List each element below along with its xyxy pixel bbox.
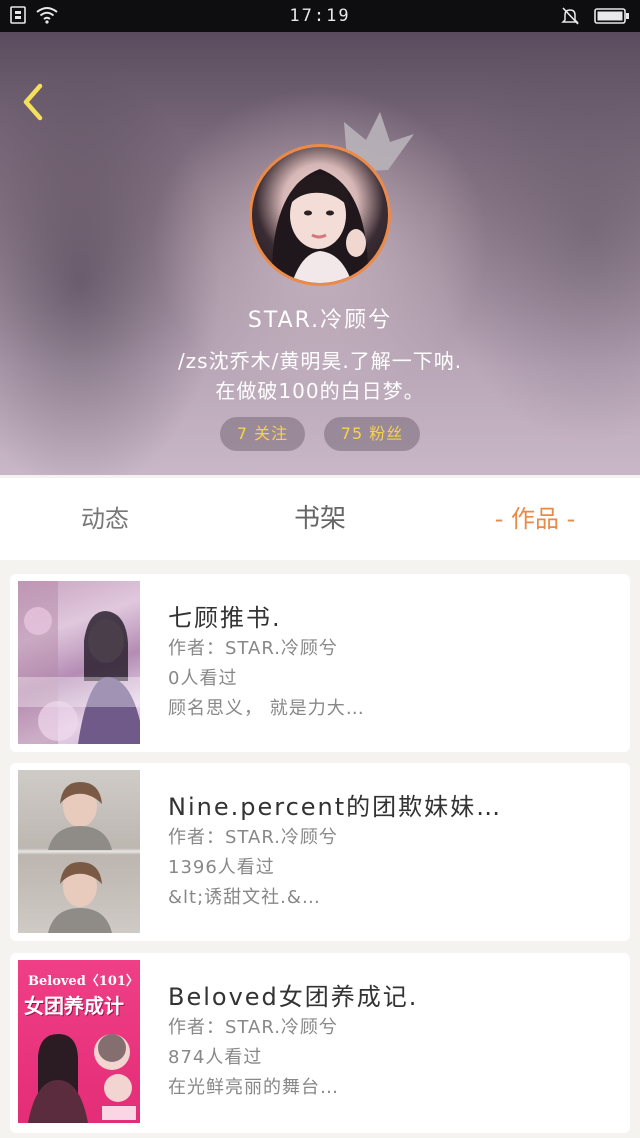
- work-cover: [18, 770, 140, 933]
- tab-bookshelf[interactable]: 书架: [270, 478, 370, 560]
- avatar-wrap: [249, 144, 391, 286]
- following-count-button[interactable]: 7 关注: [220, 417, 305, 451]
- avatar[interactable]: [249, 144, 391, 286]
- chevron-left-icon: [23, 83, 43, 121]
- cover-top-text: Beloved〈101〉: [28, 974, 139, 989]
- profile-tabs: 动态 书架 - 作品 -: [0, 478, 640, 560]
- work-author: 作者：STAR.冷顾兮: [168, 1017, 338, 1038]
- back-button[interactable]: [16, 78, 52, 126]
- work-author: 作者：STAR.冷顾兮: [168, 827, 338, 848]
- work-read-count: 874人看过: [168, 1047, 263, 1068]
- work-cover: [18, 581, 140, 744]
- status-time: 17:19: [289, 6, 351, 26]
- work-cover: Beloved〈101〉 女团养成计: [18, 960, 140, 1123]
- status-bar: 17:19: [0, 0, 640, 32]
- profile-header: STAR.冷顾兮 /zs沈乔木/黄明昊.了解一下呐. 在做破100的白日梦。 7…: [0, 32, 640, 475]
- work-read-count: 1396人看过: [168, 857, 275, 878]
- work-read-count: 0人看过: [168, 668, 238, 689]
- work-title: Beloved女团养成记.: [168, 983, 419, 1011]
- work-card[interactable]: Beloved〈101〉 女团养成计 Beloved女团养成记. 作者：STAR…: [10, 953, 630, 1133]
- tab-dynamics[interactable]: 动态: [60, 478, 150, 560]
- cover-art: [18, 581, 140, 744]
- avatar-portrait: [271, 169, 369, 283]
- profile-username: STAR.冷顾兮: [247, 308, 393, 333]
- work-description: 顾名思义， 就是力大…: [168, 698, 365, 719]
- work-card[interactable]: 七顾推书. 作者：STAR.冷顾兮 0人看过 顾名思义， 就是力大…: [10, 574, 630, 752]
- bell-muted-icon: [561, 7, 579, 25]
- profile-bio-line-1: /zs沈乔木/黄明昊.了解一下呐.: [177, 349, 463, 373]
- work-card[interactable]: Nine.percent的团欺妹妹… 作者：STAR.冷顾兮 1396人看过 &…: [10, 763, 630, 941]
- profile-bio-line-2: 在做破100的白日梦。: [215, 379, 425, 403]
- cover-art: [48, 782, 112, 933]
- work-title: 七顾推书.: [168, 604, 282, 632]
- work-title: Nine.percent的团欺妹妹…: [168, 793, 503, 821]
- status-right-icons: [560, 6, 630, 26]
- cover-main-text: 女团养成计: [24, 994, 124, 1018]
- fans-count-button[interactable]: 75 粉丝: [324, 417, 420, 451]
- work-description: &lt;诱甜文社.&…: [168, 887, 321, 908]
- works-list: 七顾推书. 作者：STAR.冷顾兮 0人看过 顾名思义， 就是力大… Nine.…: [0, 560, 640, 1138]
- battery-icon: [594, 8, 629, 24]
- tab-works[interactable]: - 作品 -: [470, 478, 600, 560]
- work-description: 在光鲜亮丽的舞台…: [168, 1077, 339, 1098]
- work-author: 作者：STAR.冷顾兮: [168, 638, 338, 659]
- cover-art: [28, 1034, 136, 1123]
